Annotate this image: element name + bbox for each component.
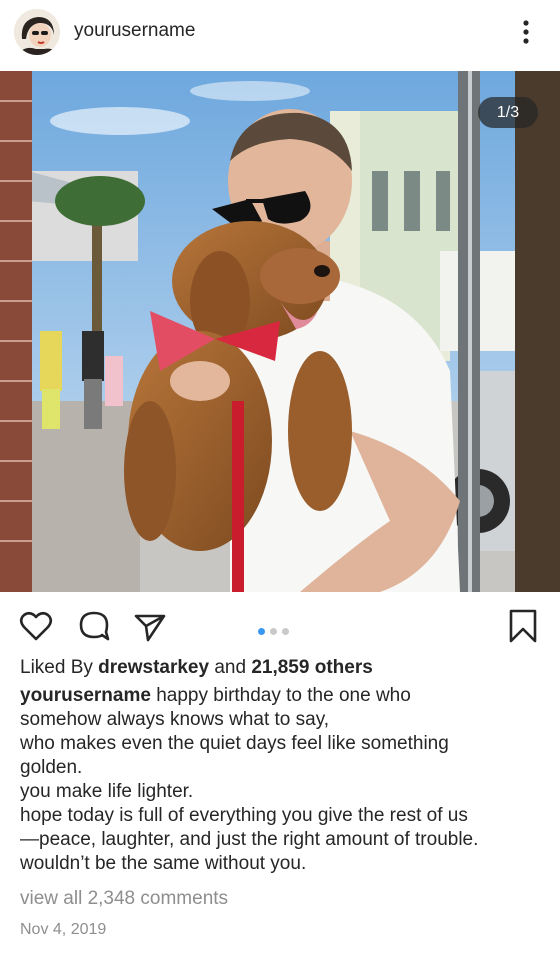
- caption-line: happy birthday to the one who: [156, 685, 411, 706]
- caption-line: golden.: [20, 757, 83, 778]
- media-counter-badge: 1/3: [478, 97, 538, 128]
- carousel-dot: [270, 628, 277, 635]
- paper-plane-icon[interactable]: [132, 608, 168, 644]
- more-vertical-icon[interactable]: [516, 17, 536, 47]
- caption-line: —peace, laughter, and just the right amo…: [20, 829, 479, 850]
- carousel-indicator: [258, 622, 294, 635]
- likes-line: Liked By drewstarkey and 21,859 others: [20, 656, 545, 680]
- comment-bubble-icon[interactable]: [76, 608, 112, 644]
- caption-body: yourusername happy birthday to the one w…: [20, 684, 545, 876]
- caption-line: who makes even the quiet days feel like …: [20, 733, 449, 754]
- carousel-dot: [258, 628, 265, 635]
- caption-username-link[interactable]: yourusername: [20, 685, 151, 706]
- post-header: yourusername: [0, 0, 560, 66]
- caption-line: wouldn’t be the same without you.: [20, 853, 307, 874]
- likes-others-link[interactable]: 21,859 others: [251, 657, 372, 678]
- post-photo[interactable]: [0, 71, 560, 592]
- liked-by-user-link[interactable]: drewstarkey: [98, 657, 209, 678]
- heart-icon[interactable]: [18, 608, 54, 644]
- caption-line: somehow always knows what to say,: [20, 709, 330, 730]
- post-date: Nov 4, 2019: [20, 921, 107, 938]
- likes-prefix: Liked By: [20, 657, 93, 678]
- caption-line: you make life lighter.: [20, 781, 194, 802]
- post-caption: Liked By drewstarkey and 21,859 others y…: [20, 656, 545, 876]
- carousel-dot: [282, 628, 289, 635]
- likes-joiner: and: [214, 657, 247, 678]
- caption-line: hope today is full of everything you giv…: [20, 805, 468, 826]
- bookmark-icon[interactable]: [506, 608, 540, 644]
- post-username[interactable]: yourusername: [74, 20, 195, 42]
- avatar[interactable]: [14, 9, 60, 55]
- view-comments-link[interactable]: view all 2,348 comments: [20, 888, 228, 910]
